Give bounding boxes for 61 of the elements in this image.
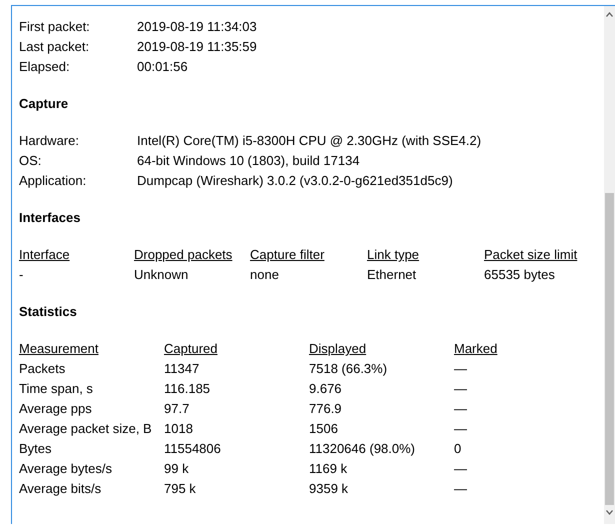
table-cell-text: 795 k (164, 480, 197, 498)
column-header: Capture filter (250, 246, 324, 264)
field-value: 2019-08-19 11:34:03 (137, 18, 257, 36)
table-cell-text: — (454, 480, 468, 498)
scroll-down-icon[interactable] (606, 510, 613, 515)
table-cell-text: Average bits/s (19, 480, 102, 498)
table-cell-text: Packets (19, 360, 66, 378)
column-header: Packet size limit (484, 246, 578, 264)
field-label: Last packet: (19, 38, 90, 56)
field-value: 64-bit Windows 10 (1803), build 17134 (137, 152, 361, 170)
column-header: Captured (164, 340, 218, 358)
table-cell-text: 0 (454, 440, 462, 458)
table-cell-text: none (250, 266, 280, 284)
table-cell-text: 11347 (164, 360, 200, 378)
field-label: Elapsed: (19, 58, 71, 76)
scrollbar-thumb[interactable] (605, 193, 614, 505)
section-heading: Capture (19, 95, 70, 113)
section-heading: Statistics (19, 303, 78, 321)
table-cell-text: — (454, 380, 468, 398)
field-value: 2019-08-19 11:35:59 (137, 38, 257, 56)
field-value: Intel(R) Core(TM) i5-8300H CPU @ 2.30GHz (with SSE4.2) (137, 132, 482, 150)
table-cell-text: Unknown (134, 266, 190, 284)
column-header: Measurement (19, 340, 98, 358)
column-header: Interface (19, 246, 70, 264)
column-header: Dropped packets (134, 246, 232, 264)
table-cell-text: 776.9 (309, 400, 343, 418)
field-label: Application: (19, 172, 88, 190)
table-cell-text: 65535 bytes (484, 266, 556, 284)
table-cell-text: 11320646 (98.0%) (309, 440, 416, 458)
field-value: Dumpcap (Wireshark) 3.0.2 (v3.0.2-0-g621ed351d5c9) (137, 172, 454, 190)
table-cell-text: 97.7 (164, 400, 190, 418)
table-cell-text: Ethernet (367, 266, 418, 284)
table-cell-text: 1169 k (309, 460, 348, 478)
table-cell-text: 116.185 (164, 380, 212, 398)
field-label: Hardware: (19, 132, 80, 150)
column-header: Marked (454, 340, 498, 358)
table-cell-text: 7518 (66.3%) (309, 360, 388, 378)
field-value: 00:01:56 (137, 58, 189, 76)
table-cell-text: 1506 (309, 420, 339, 438)
table-cell-text: Average bytes/s (19, 460, 113, 478)
table-cell-text: 99 k (164, 460, 190, 478)
table-cell-text: 11554806 (164, 440, 222, 458)
table-cell-text: — (454, 360, 468, 378)
table-cell-text: — (454, 400, 468, 418)
table-cell-text: Bytes (19, 440, 53, 458)
column-header: Displayed (309, 340, 366, 358)
table-cell-text: 9359 k (309, 480, 350, 498)
table-cell-text: - (19, 266, 24, 284)
field-label: First packet: (19, 18, 91, 36)
table-cell-text: 9.676 (309, 380, 343, 398)
section-heading: Interfaces (19, 209, 82, 227)
column-header: Link type (367, 246, 420, 264)
table-cell-text: Average packet size, B (19, 420, 153, 438)
table-cell-text: 1018 (164, 420, 194, 438)
table-cell-text: — (454, 460, 468, 478)
scrollbar[interactable] (604, 6, 615, 524)
table-cell-text: Average pps (19, 400, 93, 418)
scroll-up-icon[interactable] (606, 12, 613, 17)
field-label: OS: (19, 152, 42, 170)
table-cell-text: — (454, 420, 468, 438)
table-cell-text: Time span, s (19, 380, 94, 398)
